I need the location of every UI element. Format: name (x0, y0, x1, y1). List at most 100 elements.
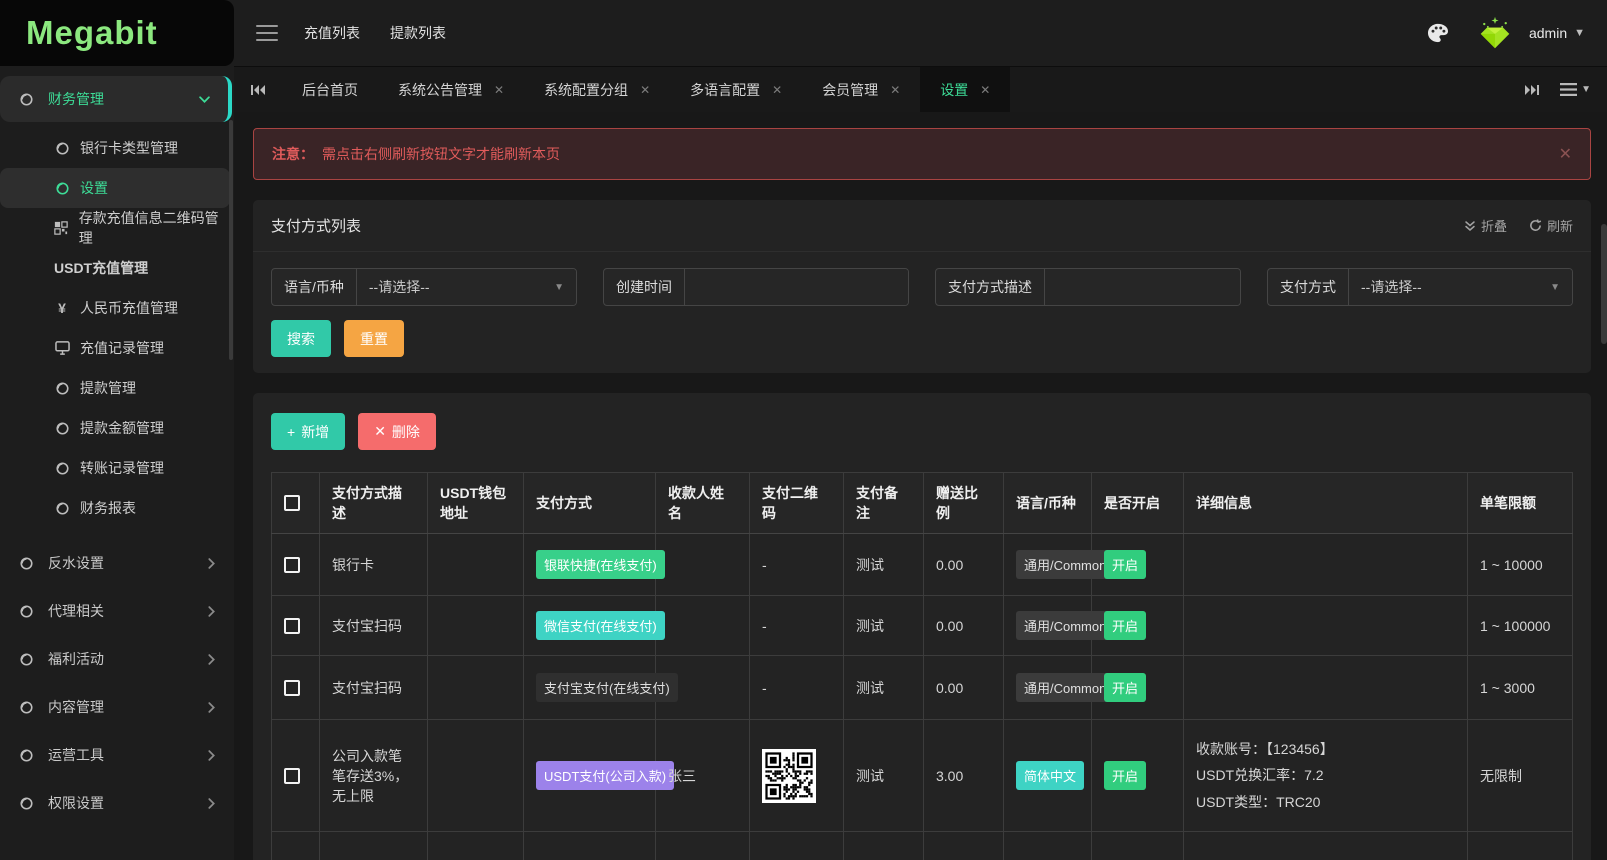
sidebar-item-银行卡类型管理[interactable]: 银行卡类型管理 (0, 128, 234, 168)
row-checkbox[interactable] (284, 679, 300, 696)
select-all-checkbox[interactable] (284, 495, 300, 511)
row-checkbox-cell (271, 831, 320, 860)
filter-select-语言/币种[interactable]: --请选择-- ▼ (356, 269, 576, 305)
sidebar-menu: 财务管理银行卡类型管理 设置 存款充值信息二维码管理 USDT充值管理 ¥ 人民币充值管理… (0, 66, 234, 860)
sidebar-item-人民币充值管理[interactable]: ¥ 人民币充值管理 (0, 288, 234, 328)
cell-payee: TRC20 (655, 831, 750, 860)
tab-close-icon[interactable]: ✕ (772, 83, 782, 97)
scroll-tabs-right-icon[interactable] (1524, 83, 1540, 97)
filter-语言/币种: 语言/币种 --请选择-- ▼ (271, 268, 577, 306)
sidebar-item-提款管理[interactable]: 提款管理 (0, 368, 234, 408)
tab-close-icon[interactable]: ✕ (980, 83, 990, 97)
sidebar-item-USDT充值管理[interactable]: USDT充值管理 (0, 248, 234, 288)
row-checkbox-cell (271, 533, 320, 596)
circle-icon (54, 461, 70, 476)
cell-lang: 通用/Common (1003, 655, 1115, 720)
tab-close-icon[interactable]: ✕ (890, 83, 900, 97)
circle-icon (54, 381, 70, 396)
chevron-down-icon: ▼ (1581, 84, 1591, 95)
sidebar-item-设置[interactable]: 设置 (0, 168, 230, 208)
sidebar-group-内容管理[interactable]: 内容管理 (0, 684, 234, 730)
qrcode-icon (54, 221, 69, 235)
enabled-badge[interactable]: 开启 (1104, 761, 1147, 790)
scroll-tabs-left-icon[interactable] (234, 67, 282, 112)
enabled-badge[interactable]: 开启 (1104, 550, 1147, 579)
reset-button[interactable]: 重置 (344, 320, 404, 357)
alert-close-icon[interactable]: ✕ (1559, 144, 1572, 164)
column-header-收款人姓名: 收款人姓名 (655, 472, 750, 534)
filter-创建时间: 创建时间 (603, 268, 909, 306)
sidebar-item-财务报表[interactable]: 财务报表 (0, 488, 234, 528)
sidebar-group-反水设置[interactable]: 反水设置 (0, 540, 234, 586)
cell-wallet (427, 533, 524, 596)
sidebar-scrollbar[interactable] (229, 120, 233, 360)
tab-系统配置分组[interactable]: 系统配置分组 ✕ (524, 67, 670, 112)
sidebar-item-label: 存款充值信息二维码管理 (78, 210, 219, 246)
table-container: + 新增 ✕ 删除 支付方式描述 USDT钱包地址 支付方式 收款人姓名 支付二维码 支付备注… (253, 393, 1591, 860)
tab-多语言配置[interactable]: 多语言配置 ✕ (670, 67, 802, 112)
cell-ratio: 3.00 (923, 831, 1004, 860)
search-button[interactable]: 搜索 (271, 320, 331, 357)
filter-select-支付方式[interactable]: --请选择-- ▼ (1349, 269, 1572, 305)
payment-method-badge: 支付宝支付(在线支付) (536, 673, 678, 702)
chevron-down-icon: ▼ (554, 281, 564, 293)
sidebar-item-转账记录管理[interactable]: 转账记录管理 (0, 448, 234, 488)
cell-payee (655, 595, 750, 656)
tab-系统公告管理[interactable]: 系统公告管理 ✕ (378, 67, 524, 112)
sidebar-group-福利活动[interactable]: 福利活动 (0, 636, 234, 682)
sidebar-item-提款金额管理[interactable]: 提款金额管理 (0, 408, 234, 448)
sidebar-group-代理相关[interactable]: 代理相关 (0, 588, 234, 634)
topnav-item[interactable]: 充值列表 (304, 23, 360, 43)
chevron-right-icon (207, 653, 216, 665)
content-scrollbar[interactable] (1601, 224, 1607, 344)
cell-details: 收款账号： (1183, 831, 1468, 860)
column-header-USDT钱包地址: USDT钱包地址 (427, 472, 524, 534)
delete-button[interactable]: ✕ 删除 (358, 413, 436, 450)
column-header-支付方式: 支付方式 (523, 472, 656, 534)
tab-options-menu[interactable]: ▼ (1560, 83, 1591, 96)
tab-会员管理[interactable]: 会员管理 ✕ (802, 67, 920, 112)
filter-input-创建时间[interactable] (697, 279, 896, 295)
tab-设置[interactable]: 设置 ✕ (920, 67, 1011, 112)
sidebar-group-运营工具[interactable]: 运营工具 (0, 732, 234, 778)
x-icon: ✕ (374, 423, 386, 439)
detail-line: USDT兑换汇率：7.2 (1196, 767, 1324, 784)
sidebar-toggle-icon[interactable] (256, 20, 278, 46)
collapse-button[interactable]: 折叠 (1464, 216, 1507, 235)
row-checkbox[interactable] (284, 617, 300, 634)
filter-input-支付方式描述[interactable] (1057, 279, 1228, 295)
chevron-down-icon: ▼ (1574, 27, 1585, 39)
chevron-down-icon (199, 95, 210, 104)
cell-method: USDT支付(公司入款) (523, 719, 675, 832)
chevron-right-icon (207, 701, 216, 713)
sidebar-group-财务管理[interactable]: 财务管理 (0, 76, 232, 122)
sidebar-group-label: 福利活动 (48, 651, 104, 667)
sidebar-item-充值记录管理[interactable]: 充值记录管理 (0, 328, 234, 368)
main-area: 充值列表 提款列表 admin ▼ 后台首页 系统公告管理 ✕ 系统配置分组 ✕ 多语言配置… (234, 0, 1607, 860)
sidebar-group-权限设置[interactable]: 权限设置 (0, 780, 234, 826)
cell-enabled: 开启 (1091, 655, 1184, 720)
sidebar-item-存款充值信息二维码管理[interactable]: 存款充值信息二维码管理 (0, 208, 234, 248)
cell-qrcode: - (749, 655, 844, 720)
refresh-button[interactable]: 刷新 (1529, 216, 1573, 235)
monitor-icon (54, 341, 70, 355)
chevron-down-icon: ▼ (1550, 281, 1560, 293)
enabled-badge[interactable]: 开启 (1104, 673, 1147, 702)
row-checkbox[interactable] (284, 767, 300, 784)
user-menu[interactable]: admin ▼ (1529, 25, 1585, 41)
enabled-badge[interactable]: 开启 (1104, 611, 1147, 640)
row-checkbox[interactable] (284, 556, 300, 573)
chevron-right-icon (207, 749, 216, 761)
avatar-gem-icon[interactable] (1475, 16, 1515, 50)
theme-palette-icon[interactable] (1427, 23, 1449, 43)
topnav-item[interactable]: 提款列表 (390, 23, 446, 43)
tab-close-icon[interactable]: ✕ (640, 83, 650, 97)
tab-后台首页[interactable]: 后台首页 (282, 67, 378, 112)
tab-close-icon[interactable]: ✕ (494, 83, 504, 97)
circle-icon (18, 92, 34, 107)
circle-icon (18, 796, 34, 811)
sidebar-group-label: 代理相关 (48, 603, 104, 619)
cell-lang: 简体中文 (1003, 831, 1092, 860)
detail-line: 收款账号：【123456】 (1196, 740, 1334, 757)
add-button[interactable]: + 新增 (271, 413, 346, 450)
